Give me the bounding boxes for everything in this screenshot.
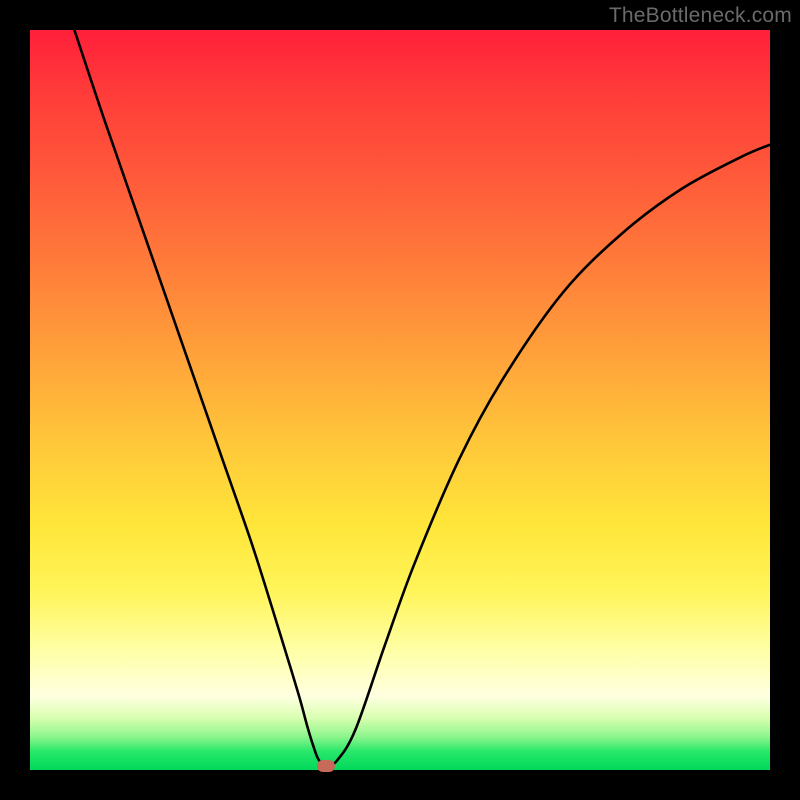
attribution-text: TheBottleneck.com	[609, 4, 792, 28]
bottleneck-curve	[30, 30, 770, 770]
minimum-marker	[317, 760, 335, 772]
plot-area	[30, 30, 770, 770]
chart-frame: TheBottleneck.com	[0, 0, 800, 800]
